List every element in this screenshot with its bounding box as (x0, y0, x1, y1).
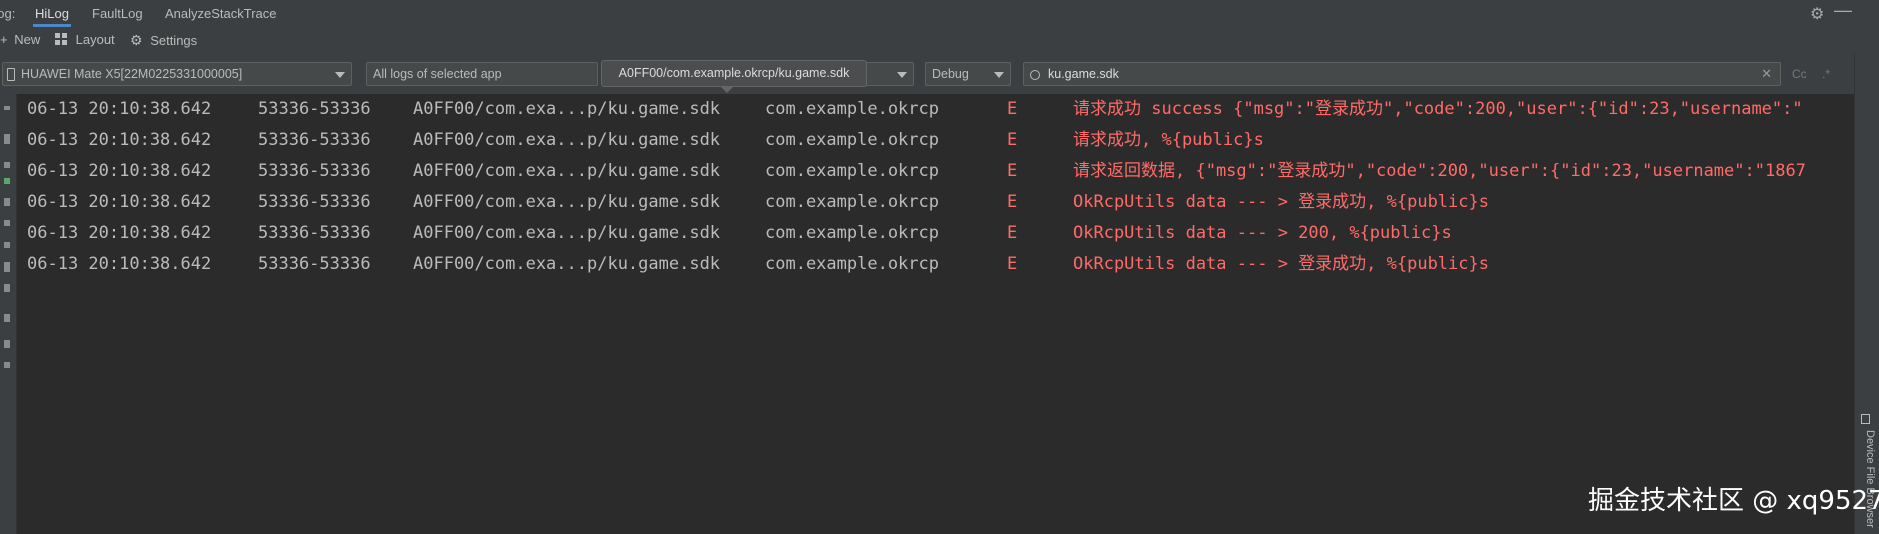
layout-grid-icon (55, 33, 67, 45)
tool-window-title: Log: (0, 6, 16, 21)
search-field[interactable]: ku.game.sdk ✕ (1023, 62, 1781, 86)
log-message: OkRcpUtils data --- > 登录成功, %{public}s (1073, 254, 1489, 274)
log-level: E (1007, 254, 1018, 274)
minimize-icon[interactable]: — (1834, 0, 1852, 21)
log-tag: A0FF00/com.exa...p/ku.game.sdk (413, 223, 721, 243)
clear-icon[interactable] (4, 340, 10, 348)
settings-label: Settings (150, 33, 198, 48)
search-icon (1030, 69, 1040, 80)
log-tag: A0FF00/com.exa...p/ku.game.sdk (413, 192, 721, 212)
tag-tooltip: A0FF00/com.example.okrcp/ku.game.sdk (601, 60, 867, 87)
chevron-down-icon (335, 72, 345, 78)
log-pid: 53336-53336 (258, 99, 371, 119)
log-message: OkRcpUtils data --- > 登录成功, %{public}s (1073, 192, 1489, 212)
tab-faultlog[interactable]: FaultLog (90, 0, 145, 27)
layout-button[interactable]: Layout (55, 27, 115, 53)
gear-icon: ⚙ (130, 32, 143, 48)
chevron-down-icon (897, 72, 907, 78)
device-file-browser-icon[interactable] (1861, 414, 1870, 424)
log-timestamp: 06-13 20:10:38.642 (27, 99, 212, 119)
new-log-label: New (14, 32, 41, 47)
log-level: E (1007, 130, 1018, 150)
log-pid: 53336-53336 (258, 254, 371, 274)
log-row[interactable]: 06-13 20:10:38.642 53336-53336 A0FF00/co… (17, 94, 1854, 125)
log-level: E (1007, 161, 1018, 181)
pause-icon[interactable] (4, 220, 10, 226)
gear-icon[interactable]: ⚙ (1810, 4, 1824, 24)
screenshot-icon[interactable] (4, 262, 10, 272)
log-row[interactable]: 06-13 20:10:38.642 53336-53336 A0FF00/co… (17, 187, 1854, 218)
log-package: com.example.okrcp (765, 161, 939, 181)
log-package: com.example.okrcp (765, 254, 939, 274)
log-package: com.example.okrcp (765, 130, 939, 150)
level-select-value: Debug (932, 67, 969, 81)
log-level: E (1007, 223, 1018, 243)
left-action-gutter (0, 94, 17, 534)
print-icon[interactable] (4, 198, 10, 206)
log-message: 请求成功 success {"msg":"登录成功","code":200,"u… (1073, 99, 1803, 119)
log-timestamp: 06-13 20:10:38.642 (27, 223, 212, 243)
tab-hilog[interactable]: HiLog (33, 0, 71, 27)
log-pid: 53336-53336 (258, 223, 371, 243)
chevron-down-icon (994, 72, 1004, 78)
log-package: com.example.okrcp (765, 223, 939, 243)
plus-icon: + (0, 32, 8, 47)
log-timestamp: 06-13 20:10:38.642 (27, 130, 212, 150)
layout-label: Layout (75, 32, 115, 47)
stop-icon[interactable] (4, 242, 10, 248)
new-log-button[interactable]: + New (0, 27, 40, 53)
log-level: E (1007, 99, 1018, 119)
record-icon[interactable] (4, 284, 10, 292)
log-row[interactable]: 06-13 20:10:38.642 53336-53336 A0FF00/co… (17, 218, 1854, 249)
tool-window-tab-bar: Log: HiLog FaultLog AnalyzeStackTrace ⚙ … (0, 0, 1879, 28)
level-select[interactable]: Debug (925, 62, 1011, 86)
scope-select-value: All logs of selected app (373, 67, 502, 81)
filter-icon[interactable] (4, 314, 10, 322)
log-row[interactable]: 06-13 20:10:38.642 53336-53336 A0FF00/co… (17, 156, 1854, 187)
log-package: com.example.okrcp (765, 192, 939, 212)
scroll-up-icon[interactable] (4, 106, 10, 110)
log-message: 请求返回数据, {"msg":"登录成功","code":200,"user":… (1073, 161, 1806, 181)
restart-icon[interactable] (4, 178, 10, 184)
log-output[interactable]: 06-13 20:10:38.642 53336-53336 A0FF00/co… (17, 94, 1854, 534)
log-toolbar: + New Layout ⚙ Settings (0, 27, 1879, 53)
log-tag: A0FF00/com.exa...p/ku.game.sdk (413, 130, 721, 150)
log-package: com.example.okrcp (765, 99, 939, 119)
log-message: 请求成功, %{public}s (1073, 130, 1264, 150)
log-pid: 53336-53336 (258, 192, 371, 212)
log-pid: 53336-53336 (258, 161, 371, 181)
log-tag: A0FF00/com.exa...p/ku.game.sdk (413, 254, 721, 274)
log-tag: A0FF00/com.exa...p/ku.game.sdk (413, 99, 721, 119)
more-icon[interactable] (4, 362, 10, 368)
log-message: OkRcpUtils data --- > 200, %{public}s (1073, 223, 1452, 243)
clear-search-icon[interactable]: ✕ (1761, 63, 1772, 85)
match-case-toggle[interactable]: Cc (1792, 62, 1807, 86)
phone-icon (7, 68, 15, 82)
log-tag: A0FF00/com.exa...p/ku.game.sdk (413, 161, 721, 181)
device-select[interactable]: HUAWEI Mate X5[22M0225331000005] (2, 62, 352, 86)
log-pid: 53336-53336 (258, 130, 371, 150)
watermark: 掘金技术社区 @ xq9527 (1588, 486, 1879, 516)
tooltip-pointer (720, 86, 734, 93)
tab-analyze-stack-trace[interactable]: AnalyzeStackTrace (163, 0, 279, 27)
scope-select-arrow[interactable] (864, 62, 914, 86)
device-select-value: HUAWEI Mate X5[22M0225331000005] (21, 67, 243, 81)
log-timestamp: 06-13 20:10:38.642 (27, 161, 212, 181)
log-timestamp: 06-13 20:10:38.642 (27, 192, 212, 212)
log-timestamp: 06-13 20:10:38.642 (27, 254, 212, 274)
soft-wrap-icon[interactable] (4, 134, 10, 144)
scroll-end-icon[interactable] (4, 162, 10, 168)
log-row[interactable]: 06-13 20:10:38.642 53336-53336 A0FF00/co… (17, 125, 1854, 156)
regex-toggle[interactable]: .* (1822, 62, 1830, 86)
log-row[interactable]: 06-13 20:10:38.642 53336-53336 A0FF00/co… (17, 249, 1854, 280)
search-input-value: ku.game.sdk (1048, 67, 1119, 81)
settings-button[interactable]: ⚙ Settings (130, 27, 197, 53)
scope-select[interactable]: All logs of selected app (366, 62, 598, 86)
log-level: E (1007, 192, 1018, 212)
